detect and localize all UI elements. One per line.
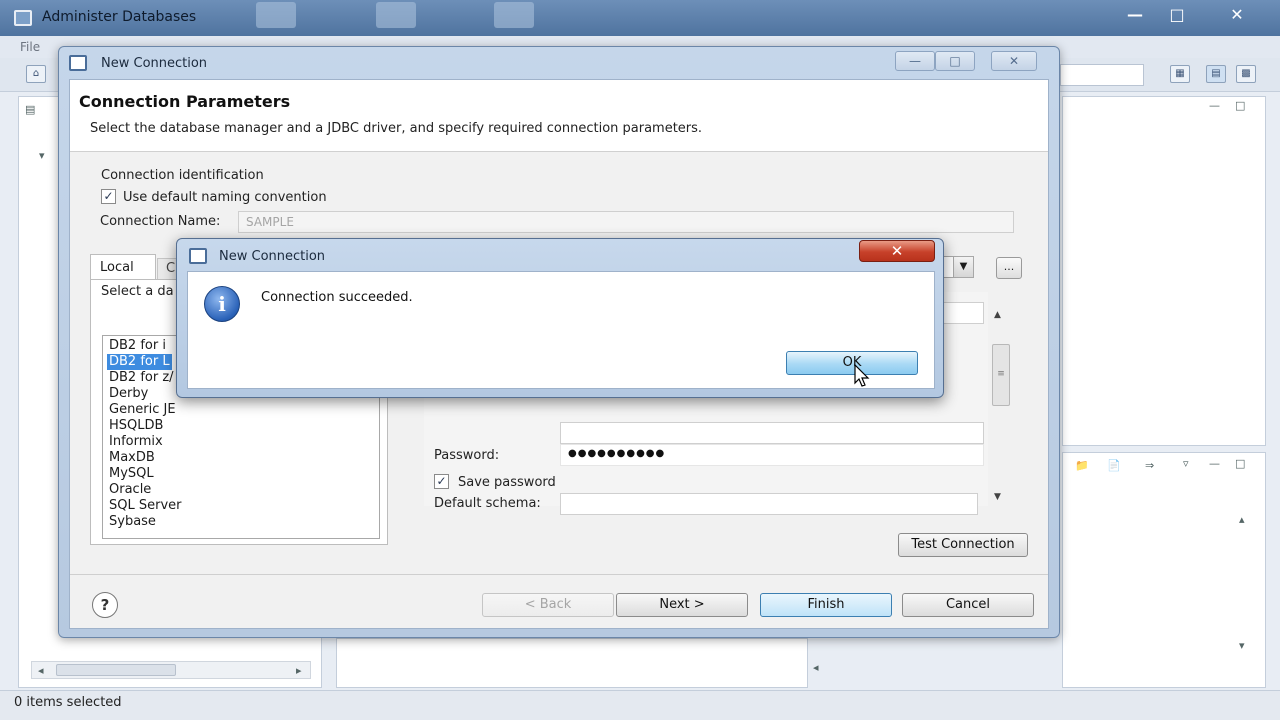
info-icon: i <box>204 286 240 322</box>
maximize-icon[interactable]: □ <box>935 51 975 71</box>
default-schema-field[interactable] <box>560 493 978 515</box>
back-button[interactable]: < Back <box>482 593 614 617</box>
status-text: 0 items selected <box>14 695 122 710</box>
close-icon[interactable]: ✕ <box>991 51 1037 71</box>
database-list-item[interactable]: Informix <box>107 434 165 450</box>
scroll-thumb[interactable]: ≡ <box>992 344 1010 406</box>
scroll-right-icon[interactable]: ▸ <box>296 664 302 677</box>
dialog-body: i Connection succeeded. OK <box>187 271 935 389</box>
wizard-title: New Connection <box>101 56 208 71</box>
use-default-naming-checkbox[interactable]: ✓ <box>101 189 116 204</box>
panel-maximize-icon[interactable]: □ <box>1235 457 1245 470</box>
next-button[interactable]: Next > <box>616 593 748 617</box>
select-database-label: Select a da <box>101 284 174 299</box>
database-list-item[interactable]: Sybase <box>107 514 158 530</box>
database-list-item[interactable]: DB2 for L <box>107 354 172 370</box>
test-connection-button[interactable]: Test Connection <box>898 533 1028 557</box>
close-icon[interactable]: ✕ <box>859 240 935 262</box>
page-title: Connection Parameters <box>79 92 291 111</box>
maximize-icon[interactable]: □ <box>1160 4 1194 26</box>
center-bottom-panel: ◂ <box>336 638 819 688</box>
panel-maximize-icon[interactable]: □ <box>1235 99 1245 112</box>
ok-button[interactable]: OK <box>786 351 918 375</box>
scroll-left-icon[interactable]: ◂ <box>38 664 44 677</box>
password-field[interactable]: ●●●●●●●●●● <box>560 444 984 466</box>
finish-button[interactable]: Finish <box>760 593 892 617</box>
save-password-checkbox[interactable]: ✓ <box>434 474 449 489</box>
folder-icon[interactable]: 📁 <box>1075 459 1089 472</box>
database-list-item[interactable]: Generic JE <box>107 402 178 418</box>
taskbar-ghost-icon <box>494 2 534 28</box>
taskbar-ghost-icon <box>256 2 296 28</box>
panel-minimize-icon[interactable]: — <box>1209 99 1220 112</box>
home-icon[interactable]: ⌂ <box>26 65 46 83</box>
default-schema-label: Default schema: <box>434 496 541 511</box>
page-description: Select the database manager and a JDBC d… <box>90 121 703 136</box>
database-list-item[interactable]: Derby <box>107 386 150 402</box>
chevron-down-icon[interactable]: ▼ <box>953 257 973 277</box>
main-titlebar: Administer Databases — □ ✕ <box>0 0 1280 36</box>
quick-access-input[interactable] <box>1060 64 1144 86</box>
save-password-label: Save password <box>458 475 556 490</box>
panel-minimize-icon[interactable]: — <box>1209 457 1220 470</box>
tab-local[interactable]: Local <box>90 254 156 280</box>
database-list-item[interactable]: DB2 for z/ <box>107 370 176 386</box>
database-list-item[interactable]: SQL Server <box>107 498 184 514</box>
close-icon[interactable]: ✕ <box>1220 4 1254 26</box>
property-field[interactable] <box>560 422 984 444</box>
database-list-item[interactable]: HSQLDB <box>107 418 165 434</box>
use-default-naming-label: Use default naming convention <box>123 190 327 205</box>
database-list-item[interactable]: MySQL <box>107 466 156 482</box>
connection-identification-label: Connection identification <box>101 168 264 183</box>
scroll-up-icon[interactable]: ▴ <box>1239 513 1245 526</box>
database-list-item[interactable]: DB2 for i <box>107 338 168 354</box>
footer-divider <box>70 574 1048 575</box>
scroll-down-icon[interactable]: ▼ <box>994 492 1001 502</box>
perspective-icon[interactable]: ▦ <box>1170 65 1190 83</box>
password-label: Password: <box>434 448 500 463</box>
main-window-title: Administer Databases <box>42 9 197 25</box>
scroll-left-icon[interactable]: ◂ <box>813 661 819 674</box>
minimize-icon[interactable]: — <box>895 51 935 71</box>
help-icon[interactable]: ? <box>92 592 118 618</box>
edit-driver-button[interactable]: ... <box>996 257 1022 279</box>
taskbar-ghost-icon <box>376 2 416 28</box>
dialog-message: Connection succeeded. <box>261 290 413 305</box>
database-list-item[interactable]: MaxDB <box>107 450 157 466</box>
scroll-thumb[interactable] <box>56 664 176 676</box>
right-top-panel: — □ <box>1062 96 1266 446</box>
scroll-up-icon[interactable]: ▲ <box>994 310 1001 320</box>
scroll-down-icon[interactable]: ▾ <box>1239 639 1245 652</box>
app-icon <box>14 10 32 26</box>
cancel-button[interactable]: Cancel <box>902 593 1034 617</box>
data-perspective-icon[interactable]: ▤ <box>1206 65 1226 83</box>
minimize-icon[interactable]: — <box>1118 4 1152 26</box>
wizard-window-icon <box>69 55 87 71</box>
menu-file[interactable]: File <box>20 40 40 54</box>
database-list-item[interactable]: Oracle <box>107 482 153 498</box>
connection-name-label: Connection Name: <box>100 214 221 229</box>
pin-icon[interactable]: ⇒ <box>1145 459 1154 472</box>
right-bottom-panel: 📁 📄 ⇒ ▿ — □ ▴ ▾ <box>1062 452 1266 688</box>
view-menu-icon[interactable]: ▿ <box>1183 457 1189 470</box>
status-bar: 0 items selected <box>0 690 1280 720</box>
dialog-window-icon <box>189 248 207 264</box>
wizard-titlebar[interactable]: New Connection — □ ✕ <box>59 47 1059 79</box>
view-icon: ▤ <box>25 103 36 116</box>
connection-result-dialog: New Connection ✕ i Connection succeeded.… <box>176 238 944 398</box>
document-icon[interactable]: 📄 <box>1107 459 1121 472</box>
tree-expand-icon[interactable]: ▾ <box>39 149 45 162</box>
wizard-header: Connection Parameters Select the databas… <box>70 80 1048 152</box>
dialog-title: New Connection <box>219 249 326 264</box>
properties-scrollbar[interactable]: ▲ ≡ ▼ <box>988 292 1014 506</box>
dialog-titlebar[interactable]: New Connection ✕ <box>177 239 943 271</box>
connection-name-field[interactable]: SAMPLE <box>238 211 1014 233</box>
left-panel-hscroll[interactable]: ◂ ▸ <box>31 661 311 679</box>
sql-perspective-icon[interactable]: ▩ <box>1236 65 1256 83</box>
